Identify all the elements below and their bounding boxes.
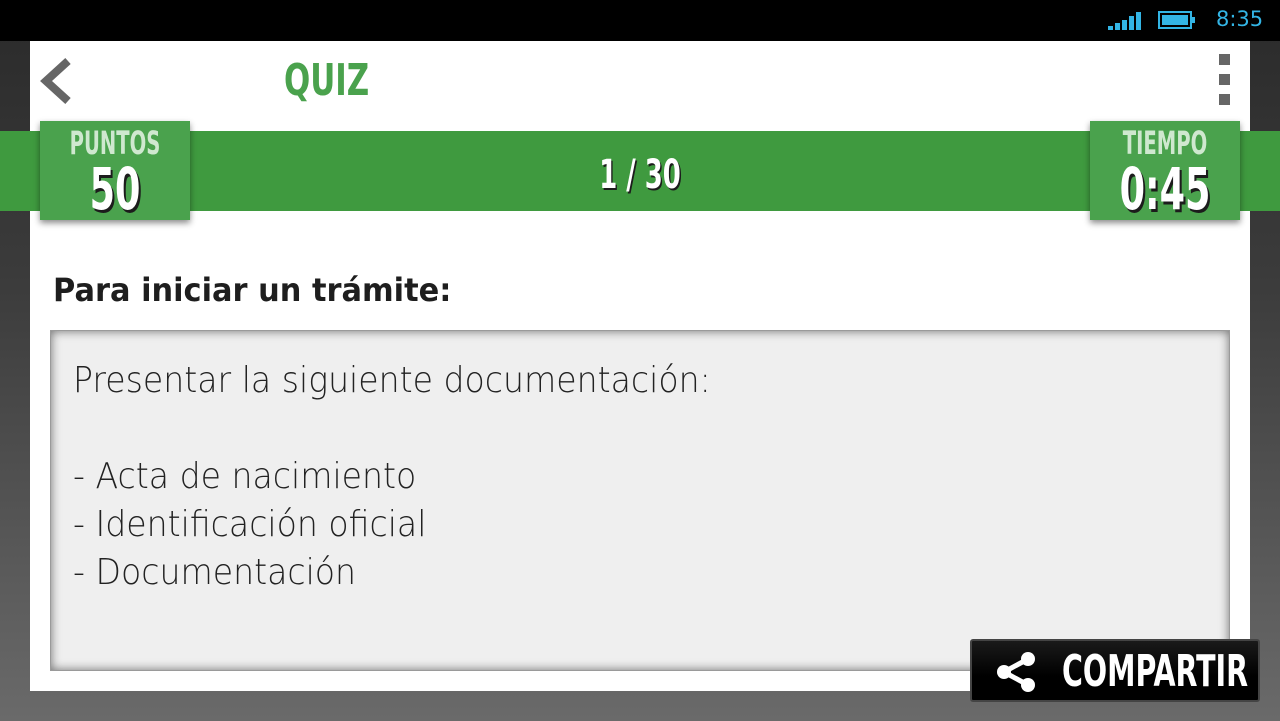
status-bar: 8:35 (0, 0, 1280, 41)
overflow-menu-icon[interactable] (1214, 52, 1236, 108)
answer-line: - Acta de nacimiento (73, 456, 417, 497)
time-value: 0:45 (1119, 155, 1211, 223)
time-box: TIEMPO 0:45 (1090, 121, 1240, 220)
points-box: PUNTOS 50 (40, 121, 190, 220)
share-icon (997, 652, 1035, 692)
question-progress: 1 / 30 (599, 152, 681, 198)
share-button[interactable]: COMPARTIR (970, 639, 1260, 702)
points-value: 50 (89, 155, 141, 223)
answer-box[interactable]: Presentar la siguiente documentación: - … (50, 330, 1230, 671)
question-text: Para iniciar un trámite: (53, 271, 452, 309)
page-title: QUIZ (284, 55, 370, 106)
answer-line: Presentar la siguiente documentación: (73, 360, 711, 401)
share-label: COMPARTIR (1062, 646, 1249, 697)
signal-icon (1108, 12, 1141, 30)
battery-icon (1158, 11, 1195, 29)
status-time: 8:35 (1216, 7, 1264, 31)
chevron-left-icon[interactable] (38, 57, 74, 105)
answer-line: - Documentación (73, 552, 357, 593)
answer-line: - Identificación oficial (73, 504, 427, 545)
